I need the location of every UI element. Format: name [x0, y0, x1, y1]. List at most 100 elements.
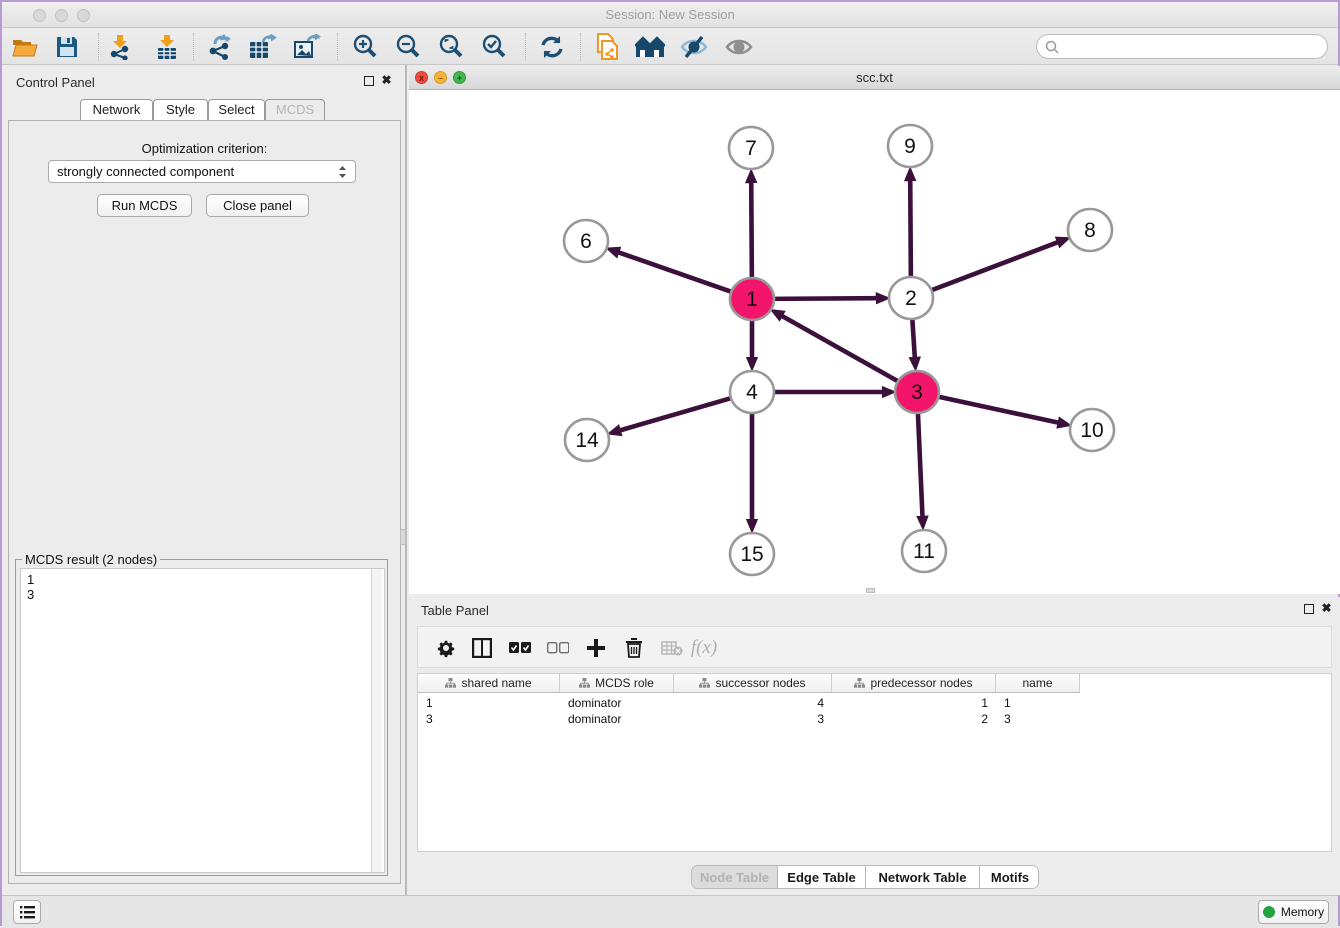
show-all-icon[interactable]: [724, 34, 754, 60]
zoom-selected-icon[interactable]: [479, 34, 509, 60]
task-history-button[interactable]: [13, 900, 41, 924]
graph-node-6[interactable]: 6: [564, 220, 608, 262]
import-network-icon[interactable]: [105, 34, 135, 60]
graph-edge-4-14[interactable]: [620, 397, 735, 430]
graph-node-2[interactable]: 2: [889, 277, 933, 319]
export-image-icon[interactable]: [292, 34, 322, 60]
graph-edge-3-10[interactable]: [935, 396, 1059, 423]
network-minimize-button[interactable]: –: [434, 71, 447, 84]
mcds-panel-body: Optimization criterion: strongly connect…: [8, 120, 401, 884]
column-layout-icon[interactable]: [468, 635, 496, 661]
graph-node-8[interactable]: 8: [1068, 209, 1112, 251]
copy-network-view-icon[interactable]: [592, 34, 622, 60]
tab-select[interactable]: Select: [208, 99, 265, 121]
open-file-icon[interactable]: [10, 34, 40, 60]
column-header-predecessor-nodes[interactable]: predecessor nodes: [832, 674, 996, 693]
graph-edge-1-2[interactable]: [770, 298, 877, 299]
export-network-icon[interactable]: [205, 34, 235, 60]
graph-node-7[interactable]: 7: [729, 127, 773, 169]
window-close-button[interactable]: [33, 9, 46, 22]
app-titlebar: Session: New Session: [2, 2, 1338, 28]
network-close-button[interactable]: x: [415, 71, 428, 84]
column-header-successor-nodes[interactable]: successor nodes: [674, 674, 832, 693]
graph-svg[interactable]: 1 2 3 4 6 7 8 9 10 11 14 15: [409, 90, 1340, 594]
export-table-icon[interactable]: [248, 34, 278, 60]
import-table-icon[interactable]: [152, 34, 182, 60]
tab-style[interactable]: Style: [153, 99, 208, 121]
table-panel-float-button[interactable]: [1302, 604, 1315, 617]
list-icon: [20, 906, 35, 919]
graph-edge-2-3[interactable]: [912, 316, 915, 358]
gear-icon[interactable]: [432, 635, 460, 661]
table-cell[interactable]: 3: [674, 711, 832, 727]
optimization-criterion-label: Optimization criterion:: [9, 141, 400, 156]
table-cell[interactable]: 3: [418, 711, 560, 727]
graph-edge-3-11[interactable]: [918, 410, 923, 517]
graph-node-9[interactable]: 9: [888, 125, 932, 167]
function-builder-icon[interactable]: f(x): [690, 635, 718, 661]
refresh-icon[interactable]: [537, 34, 567, 60]
zoom-in-icon[interactable]: [350, 34, 380, 60]
graph-node-10[interactable]: 10: [1070, 409, 1114, 451]
delete-icon[interactable]: [620, 635, 648, 661]
graph-edge-1-7[interactable]: [751, 182, 752, 281]
zoom-out-icon[interactable]: [393, 34, 423, 60]
graph-node-11[interactable]: 11: [902, 530, 946, 572]
node-table[interactable]: shared nameMCDS rolesuccessor nodesprede…: [417, 673, 1332, 852]
tab-mcds[interactable]: MCDS: [265, 99, 325, 121]
column-header-shared-name[interactable]: shared name: [418, 674, 560, 693]
memory-button[interactable]: Memory: [1258, 900, 1329, 924]
run-mcds-button[interactable]: Run MCDS: [97, 194, 192, 217]
table-cell[interactable]: 1: [996, 695, 1080, 711]
table-cell[interactable]: dominator: [560, 711, 674, 727]
search-input[interactable]: [1036, 34, 1328, 59]
graph-node-3[interactable]: 3: [895, 371, 939, 413]
tab-network[interactable]: Network: [80, 99, 153, 121]
window-minimize-button[interactable]: [55, 9, 68, 22]
table-cell[interactable]: 4: [674, 695, 832, 711]
add-column-icon[interactable]: [582, 635, 610, 661]
horizontal-splitter-grip[interactable]: [866, 588, 875, 593]
toolbar-separator: [98, 33, 99, 61]
table-cell[interactable]: 3: [996, 711, 1080, 727]
close-panel-button[interactable]: Close panel: [206, 194, 309, 217]
graph-edge-2-9[interactable]: [910, 180, 911, 280]
graph-node-15[interactable]: 15: [730, 533, 774, 575]
window-zoom-button[interactable]: [77, 9, 90, 22]
table-panel-close-button[interactable]: ✖: [1320, 602, 1333, 615]
network-zoom-button[interactable]: +: [453, 71, 466, 84]
optimization-criterion-dropdown[interactable]: strongly connected component: [48, 160, 356, 183]
table-cell[interactable]: 2: [832, 711, 996, 727]
tab-edge-table[interactable]: Edge Table: [778, 866, 866, 889]
graph-edge-1-6[interactable]: [618, 252, 735, 293]
table-cell[interactable]: 1: [418, 695, 560, 711]
delete-table-icon[interactable]: [658, 635, 686, 661]
hide-selected-icon[interactable]: [679, 34, 709, 60]
column-header-name[interactable]: name: [996, 674, 1080, 693]
memory-label: Memory: [1281, 905, 1324, 919]
home-layout-icon[interactable]: [635, 34, 665, 60]
graph-node-4[interactable]: 4: [730, 371, 774, 413]
graph-edge-3-1[interactable]: [782, 316, 902, 383]
graph-node-1[interactable]: 1: [730, 278, 774, 320]
tab-motifs[interactable]: Motifs: [980, 866, 1039, 889]
control-panel-close-button[interactable]: ✖: [380, 74, 393, 87]
control-panel-float-button[interactable]: [362, 76, 375, 89]
table-cell[interactable]: dominator: [560, 695, 674, 711]
tab-node-table[interactable]: Node Table: [692, 866, 778, 889]
graph-edge-2-8[interactable]: [928, 242, 1058, 292]
memory-status-icon: [1263, 906, 1275, 918]
column-type-icon: [699, 678, 710, 688]
result-scrollbar[interactable]: [371, 569, 382, 872]
vertical-splitter-grip[interactable]: [400, 529, 406, 545]
save-session-icon[interactable]: [52, 34, 82, 60]
graph-node-14[interactable]: 14: [565, 419, 609, 461]
column-header-MCDS-role[interactable]: MCDS role: [560, 674, 674, 693]
zoom-fit-icon[interactable]: [436, 34, 466, 60]
mcds-result-text[interactable]: 1 3: [20, 568, 385, 873]
deselect-all-icon[interactable]: [544, 635, 572, 661]
tab-network-table[interactable]: Network Table: [866, 866, 980, 889]
cytoscape-window: { "window": { "title": "Session: New Ses…: [0, 0, 1340, 926]
select-all-icon[interactable]: [506, 635, 534, 661]
table-cell[interactable]: 1: [832, 695, 996, 711]
